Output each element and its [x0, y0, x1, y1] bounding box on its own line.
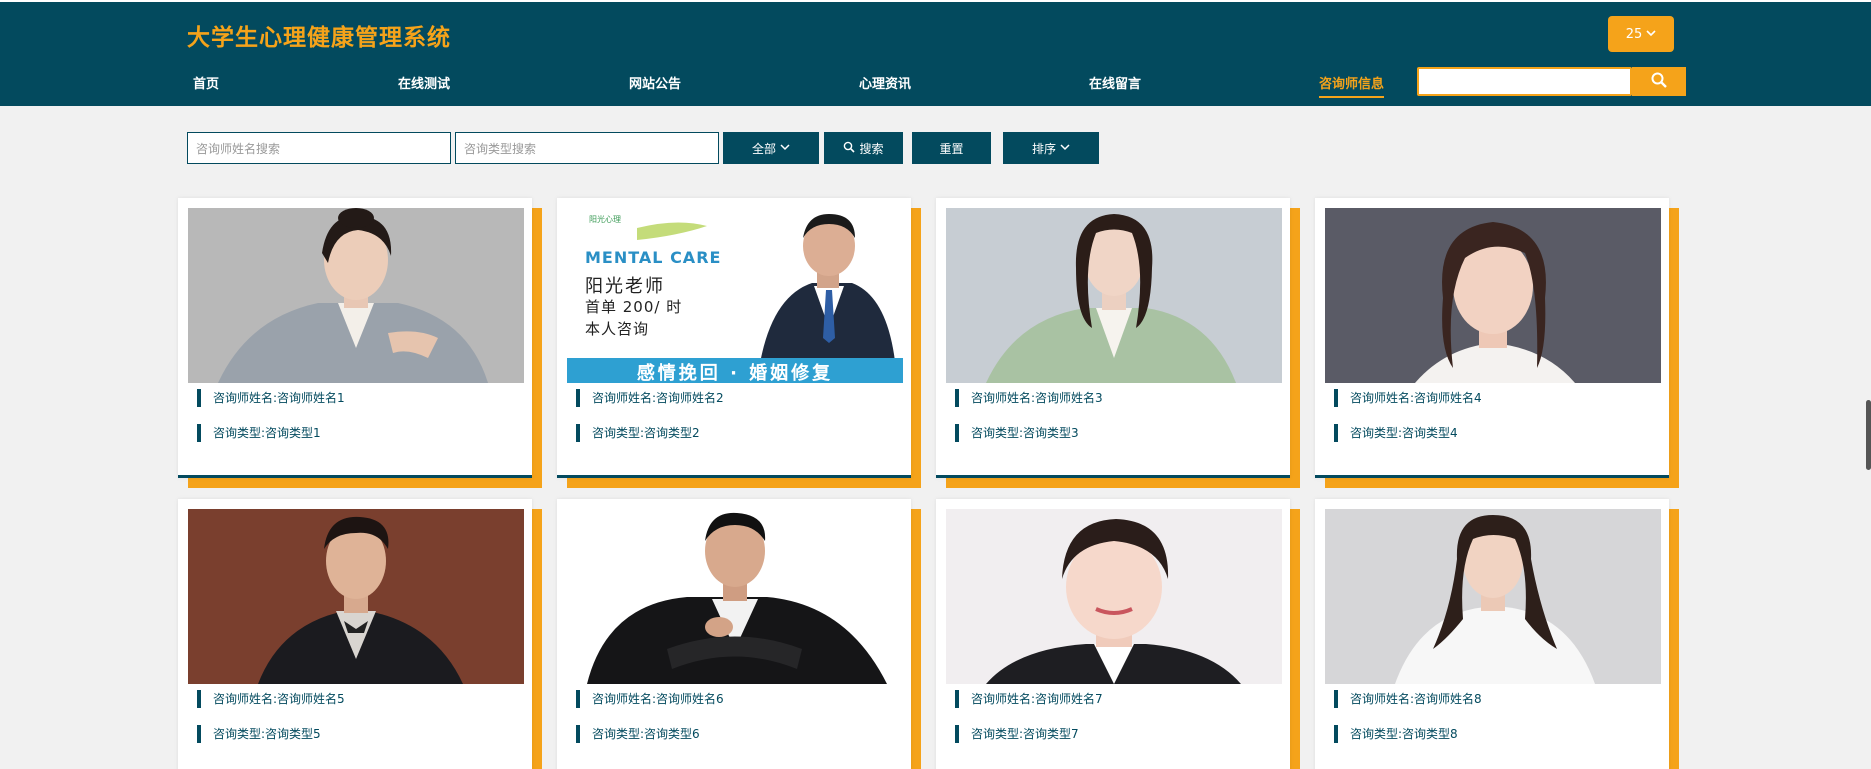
- counselor-photo-banner[interactable]: 阳光心理 MENTAL CARE 阳光老师 首单 200/ 时 本人咨询 感情挽…: [567, 208, 903, 383]
- search-button-label: 搜索: [859, 141, 884, 156]
- user-menu-label: 25: [1625, 26, 1643, 42]
- counselor-type: 咨询类型:咨询类型2: [576, 424, 700, 442]
- nav-psych-news[interactable]: 心理资讯: [859, 73, 911, 92]
- counselor-type: 咨询类型:咨询类型5: [197, 725, 321, 743]
- top-header: 大学生心理健康管理系统 25 首页 在线测试 网站公告 心理资讯 在线留言 咨询…: [0, 0, 1871, 106]
- sort-dropdown-button[interactable]: 排序: [1003, 132, 1099, 164]
- counselor-type: 咨询类型:咨询类型1: [197, 424, 321, 442]
- search-icon: [843, 141, 856, 156]
- counselor-card[interactable]: 咨询师姓名:咨询师姓名8 咨询类型:咨询类型8: [1315, 499, 1679, 769]
- counselor-name: 咨询师姓名:咨询师姓名8: [1334, 690, 1482, 708]
- counselor-card[interactable]: 咨询师姓名:咨询师姓名3 咨询类型:咨询类型3: [936, 198, 1300, 488]
- all-dropdown-button[interactable]: 全部: [723, 132, 819, 164]
- banner-bottom: 感情挽回 · 婚姻修复: [636, 363, 834, 383]
- banner-brand: 阳光心理: [589, 215, 621, 224]
- counselor-type: 咨询类型:咨询类型8: [1334, 725, 1458, 743]
- nav-online-test[interactable]: 在线测试: [398, 73, 450, 92]
- card-body: 阳光心理 MENTAL CARE 阳光老师 首单 200/ 时 本人咨询 感情挽…: [557, 198, 911, 478]
- card-body: 咨询师姓名:咨询师姓名5 咨询类型:咨询类型5: [178, 499, 532, 769]
- reset-button[interactable]: 重置: [912, 132, 991, 164]
- card-body: 咨询师姓名:咨询师姓名8 咨询类型:咨询类型8: [1315, 499, 1669, 769]
- counselor-card[interactable]: 咨询师姓名:咨询师姓名4 咨询类型:咨询类型4: [1315, 198, 1679, 488]
- banner-line2: 首单 200/ 时: [585, 298, 683, 316]
- chevron-down-icon: [1060, 141, 1070, 155]
- header-search-input[interactable]: [1417, 67, 1632, 96]
- all-dropdown-label: 全部: [751, 141, 776, 156]
- counselor-type: 咨询类型:咨询类型3: [955, 424, 1079, 442]
- counselor-name-search-input[interactable]: 咨询师姓名搜索: [187, 132, 451, 164]
- counselor-card[interactable]: 咨询师姓名:咨询师姓名5 咨询类型:咨询类型5: [178, 499, 542, 769]
- counselor-type: 咨询类型:咨询类型4: [1334, 424, 1458, 442]
- nav-announcements[interactable]: 网站公告: [629, 73, 681, 92]
- banner-line3: 本人咨询: [585, 320, 650, 338]
- counselor-type: 咨询类型:咨询类型7: [955, 725, 1079, 743]
- nav-counselor-info[interactable]: 咨询师信息: [1319, 73, 1385, 98]
- site-title: 大学生心理健康管理系统: [187, 25, 451, 51]
- card-body: 咨询师姓名:咨询师姓名3 咨询类型:咨询类型3: [936, 198, 1290, 478]
- card-body: 咨询师姓名:咨询师姓名6 咨询类型:咨询类型6: [557, 499, 911, 769]
- nav-messages[interactable]: 在线留言: [1089, 73, 1141, 92]
- counselor-card[interactable]: 咨询师姓名:咨询师姓名7 咨询类型:咨询类型7: [936, 499, 1300, 769]
- counselor-photo[interactable]: [946, 509, 1282, 684]
- search-icon: [1650, 71, 1668, 93]
- user-menu-button[interactable]: 25: [1608, 16, 1674, 52]
- counselor-name: 咨询师姓名:咨询师姓名4: [1334, 389, 1482, 407]
- counselor-name: 咨询师姓名:咨询师姓名2: [576, 389, 724, 407]
- counselor-card[interactable]: 咨询师姓名:咨询师姓名6 咨询类型:咨询类型6: [557, 499, 921, 769]
- header-search-button[interactable]: [1632, 67, 1686, 96]
- card-body: 咨询师姓名:咨询师姓名4 咨询类型:咨询类型4: [1315, 198, 1669, 478]
- page-scrollbar[interactable]: [1866, 400, 1871, 470]
- nav-home[interactable]: 首页: [193, 73, 219, 92]
- chevron-down-icon: [780, 141, 790, 155]
- counselor-photo[interactable]: [188, 509, 524, 684]
- counselor-photo[interactable]: [1325, 509, 1661, 684]
- counselor-type: 咨询类型:咨询类型6: [576, 725, 700, 743]
- counselor-name: 咨询师姓名:咨询师姓名5: [197, 690, 345, 708]
- counselor-photo[interactable]: [1325, 208, 1661, 383]
- consult-type-search-input[interactable]: 咨询类型搜索: [455, 132, 719, 164]
- counselor-name: 咨询师姓名:咨询师姓名7: [955, 690, 1103, 708]
- counselor-card[interactable]: 咨询师姓名:咨询师姓名1 咨询类型:咨询类型1: [178, 198, 542, 488]
- counselor-card[interactable]: 阳光心理 MENTAL CARE 阳光老师 首单 200/ 时 本人咨询 感情挽…: [557, 198, 921, 488]
- counselor-photo[interactable]: [567, 509, 903, 684]
- search-button[interactable]: 搜索: [824, 132, 903, 164]
- counselor-photo[interactable]: [946, 208, 1282, 383]
- counselor-name: 咨询师姓名:咨询师姓名3: [955, 389, 1103, 407]
- sort-dropdown-label: 排序: [1031, 141, 1056, 156]
- banner-mental-care: MENTAL CARE: [585, 248, 722, 267]
- banner-line1: 阳光老师: [585, 276, 665, 297]
- filter-bar: 咨询师姓名搜索 咨询类型搜索 全部 搜索 重置 排序: [0, 132, 1871, 164]
- card-body: 咨询师姓名:咨询师姓名1 咨询类型:咨询类型1: [178, 198, 532, 478]
- card-body: 咨询师姓名:咨询师姓名7 咨询类型:咨询类型7: [936, 499, 1290, 769]
- chevron-down-icon: [1646, 27, 1656, 42]
- counselor-photo[interactable]: [188, 208, 524, 383]
- counselor-name: 咨询师姓名:咨询师姓名1: [197, 389, 345, 407]
- counselor-name: 咨询师姓名:咨询师姓名6: [576, 690, 724, 708]
